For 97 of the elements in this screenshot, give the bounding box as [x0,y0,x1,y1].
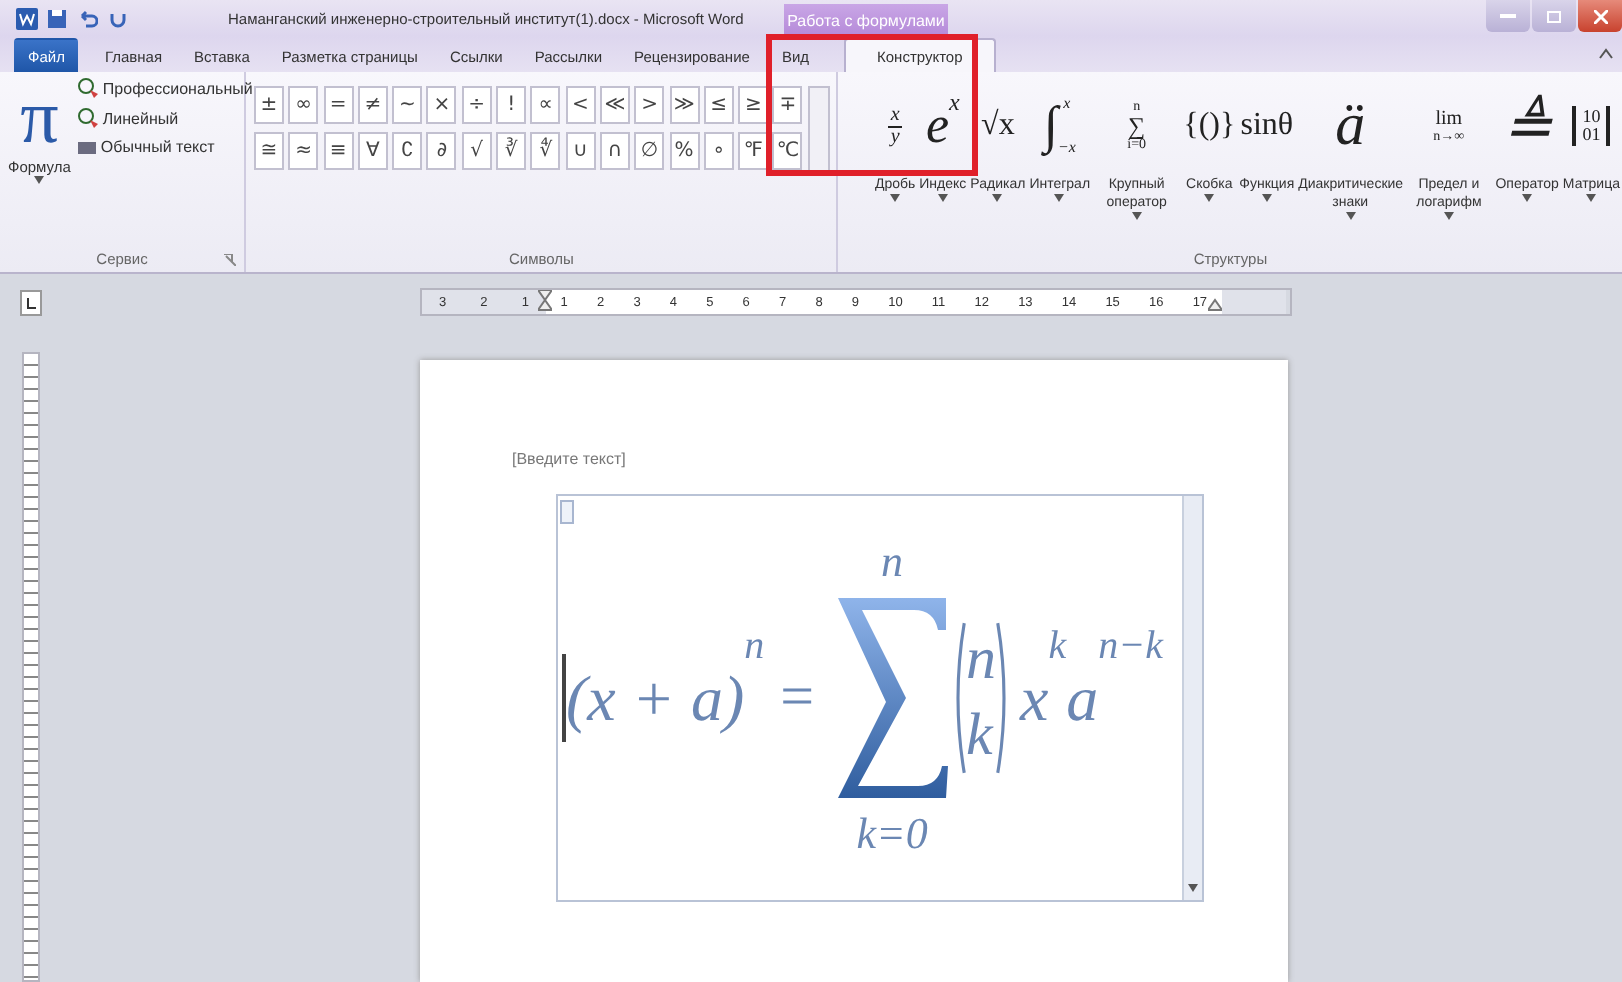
symbol-button[interactable]: ≠ [357,86,388,124]
equation-text: = [780,664,815,732]
tab-stop-icon [25,297,35,309]
gallery-scroll[interactable] [808,86,831,174]
symbol-button[interactable]: ∘ [703,132,734,170]
minimize-icon [1500,13,1516,19]
symbol-button[interactable]: √ [461,132,492,170]
symbol-button[interactable]: ∛ [496,132,527,170]
glyph-text: ä [1335,92,1366,160]
equation-text: a [1066,661,1099,735]
undo-icon[interactable] [76,7,98,29]
glyph-text: lim [1435,109,1463,129]
symbol-button[interactable]: × [426,86,457,124]
glyph-text: ∫ [1043,96,1058,156]
glyph-text: x [949,88,960,118]
symbol-button[interactable]: ∁ [392,132,423,170]
tab-selector[interactable] [19,290,41,316]
equation-text: k [1048,624,1067,670]
equation-text: n−k [1098,624,1163,670]
caret-icon [890,194,901,202]
symbol-button[interactable]: > [634,86,665,124]
symbol-button[interactable]: ~ [392,86,423,124]
symbol-button[interactable]: ∜ [530,132,561,170]
glyph-text: x [1063,96,1071,112]
symbol-button[interactable]: ! [496,86,527,124]
symbol-button[interactable]: ℃ [772,132,803,170]
symbol-button[interactable]: ≡ [323,132,354,170]
equation-text: x [1020,661,1049,735]
symbol-button[interactable]: ∂ [426,132,457,170]
glyph-text: −x [1057,140,1076,156]
symbol-button[interactable]: ≅ [254,132,284,170]
dialog-launcher-icon[interactable] [224,254,236,266]
symbol-button[interactable]: ≥ [738,86,769,124]
caret-icon [1204,194,1215,202]
glyph-text: y [890,127,900,147]
symbol-button[interactable]: ℉ [738,132,769,170]
symbol-button[interactable]: % [669,132,700,170]
header-placeholder[interactable]: [Введите текст] [512,450,626,468]
symbol-button[interactable]: ∪ [565,132,596,170]
ruler-margin [1222,290,1286,314]
symbol-button[interactable]: < [565,86,596,124]
caret-icon [1345,212,1356,220]
help-icon[interactable] [1598,46,1614,62]
glyph-text: 10 [1582,108,1601,126]
symbol-button[interactable]: ± [254,86,284,124]
symbol-button[interactable]: ∅ [634,132,665,170]
format-icon [78,108,99,128]
format-option[interactable]: Профессиональный [78,78,253,98]
caret-icon [937,194,948,202]
symbol-button[interactable]: ∀ [357,132,388,170]
format-option[interactable]: Линейный [78,108,253,128]
equation-text: n [881,538,904,586]
equation-text: k [966,702,996,770]
symbol-button[interactable]: ≪ [599,86,630,124]
glyph-text: x [888,105,902,127]
close-icon [1593,9,1607,23]
indent-marker[interactable] [538,290,552,312]
symbol-button[interactable]: ≈ [288,132,319,170]
caret-icon [1443,212,1454,220]
caret-icon [1586,194,1597,202]
glyph-text: ∑ [1128,114,1146,138]
glyph-text: {()} [1183,108,1236,144]
glyph-text: sinθ [1240,108,1294,144]
context-tab-title: Работа с формулами [784,4,948,36]
equation-text: n [744,624,765,670]
symbol-button[interactable]: ÷ [461,86,492,124]
glyph-text: 01 [1582,126,1601,144]
equation-text: (x + a) [566,661,745,735]
format-icon [78,78,99,98]
glyph-text: e [925,96,949,156]
symbol-button[interactable]: ≫ [669,86,700,124]
caret-icon [1261,194,1272,202]
drag-handle[interactable] [560,500,574,524]
caret-icon [992,194,1003,202]
format-option[interactable]: Обычный текст [78,138,253,156]
glyph-text: √x [981,108,1015,144]
caret-icon [1054,194,1065,202]
save-icon[interactable] [46,7,68,29]
equation-text: k=0 [856,810,928,858]
close-button[interactable] [1578,0,1622,32]
caret-icon [34,176,45,184]
maximize-icon [1546,9,1562,23]
symbol-button[interactable]: ∩ [599,132,630,170]
symbol-button[interactable]: ∓ [772,86,803,124]
scrollbar[interactable] [1182,496,1202,900]
symbol-button[interactable]: ∝ [530,86,561,124]
caret-icon [1188,884,1198,892]
symbol-button[interactable]: = [323,86,354,124]
caret-icon [1522,194,1533,202]
caret-icon [1131,212,1142,220]
glyph-text: ≜ [1502,92,1553,162]
symbol-button[interactable]: ∞ [288,86,319,124]
equation-text: n [966,626,997,694]
text-cursor [562,654,566,742]
word-icon[interactable] [16,7,38,29]
text-icon [78,141,97,153]
symbol-button[interactable]: ≤ [703,86,734,124]
